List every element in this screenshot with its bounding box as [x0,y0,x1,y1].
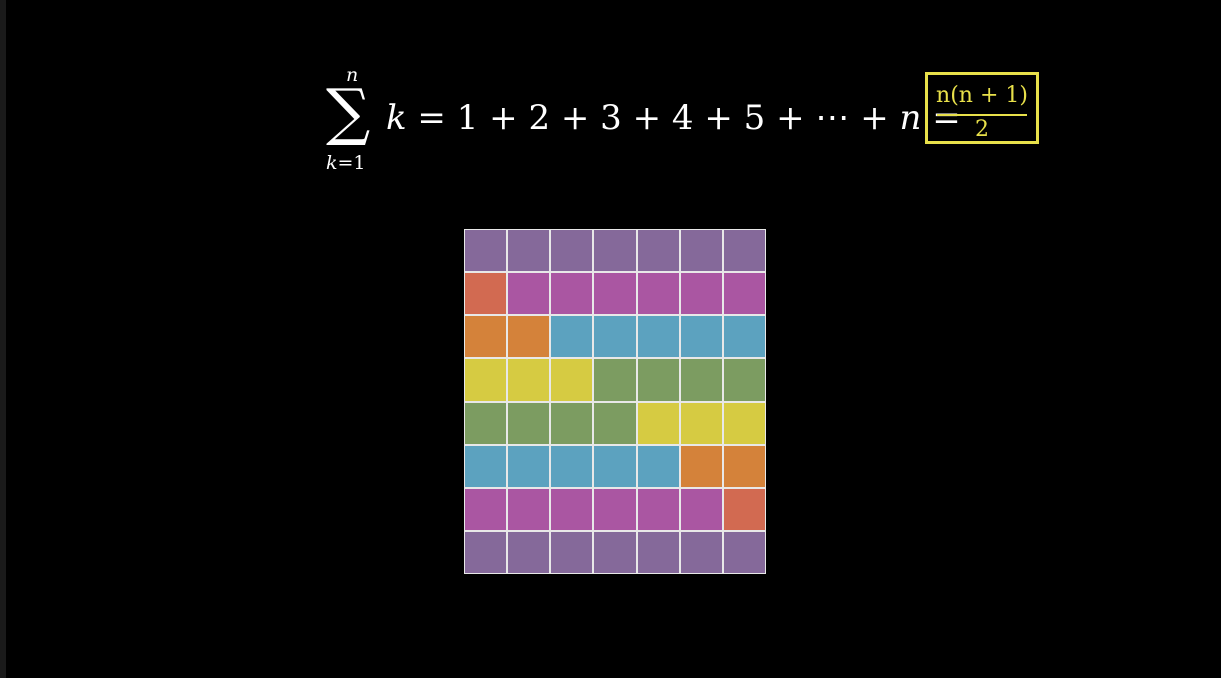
grid-cell [723,402,765,444]
sigma-lower-limit: k=1 [326,152,366,174]
grid-cell [551,402,593,444]
grid-cell [465,402,507,444]
window-edge [0,0,6,678]
grid-cell [551,531,593,573]
last-term: n [899,98,922,138]
grid-cell [594,488,636,530]
grid-cell [465,488,507,530]
grid-cell [680,402,722,444]
grid-cell [637,359,679,401]
summation-operator: n ∑ k=1 [322,60,386,180]
summation-expansion: k = 1 + 2 + 3 + 4 + 5 + ⋯ + n = [386,96,961,140]
grid-cell [637,402,679,444]
grid-cell [594,531,636,573]
grid-cell [465,230,507,272]
grid-cell [551,273,593,315]
fraction-bar [937,114,1027,116]
grid-cell [551,488,593,530]
result-box: n(n + 1) 2 [925,72,1039,144]
sigma-lower-start: =1 [337,152,366,174]
grid-cell [551,445,593,487]
grid-cell [680,488,722,530]
grid-cell [508,445,550,487]
grid-cell [551,359,593,401]
grid-cell [680,445,722,487]
grid-cell [723,531,765,573]
grid-cell [680,359,722,401]
sigma-icon: ∑ [326,75,371,148]
grid-cell [508,316,550,358]
grid-cell [465,359,507,401]
grid-cell [723,230,765,272]
grid-cell [723,445,765,487]
grid-cell [680,531,722,573]
series-terms: = 1 + 2 + 3 + 4 + 5 + ⋯ + [406,98,900,138]
grid-cell [637,445,679,487]
grid-cell [465,273,507,315]
grid-cell [551,230,593,272]
grid-cell [508,273,550,315]
grid-cell [594,316,636,358]
summation-formula: n ∑ k=1 k = 1 + 2 + 3 + 4 + 5 + ⋯ + n = … [322,60,1062,180]
grid-cell [637,273,679,315]
grid-cell [508,488,550,530]
result-denominator: 2 [975,117,989,142]
grid-cell [465,531,507,573]
grid-cell [637,488,679,530]
grid-cell [723,359,765,401]
grid-cell [594,230,636,272]
grid-cell [637,230,679,272]
sigma-lower-variable: k [326,152,338,174]
grid-cell [508,531,550,573]
grid-cell [594,402,636,444]
summand-variable: k [386,98,407,138]
grid-cell [594,359,636,401]
grid-cell [508,359,550,401]
grid-cell [594,445,636,487]
grid-cell [637,316,679,358]
grid-cell [680,230,722,272]
grid-cell [465,316,507,358]
grid-cell [723,488,765,530]
staircase-block-grid [464,229,766,574]
grid-cell [680,316,722,358]
grid-cell [637,531,679,573]
grid-cell [508,230,550,272]
grid-cell [594,273,636,315]
grid-cell [723,316,765,358]
grid-cell [680,273,722,315]
grid-cell [465,445,507,487]
result-numerator: n(n + 1) [936,83,1028,108]
grid-cell [723,273,765,315]
grid-cell [508,402,550,444]
grid-cell [551,316,593,358]
